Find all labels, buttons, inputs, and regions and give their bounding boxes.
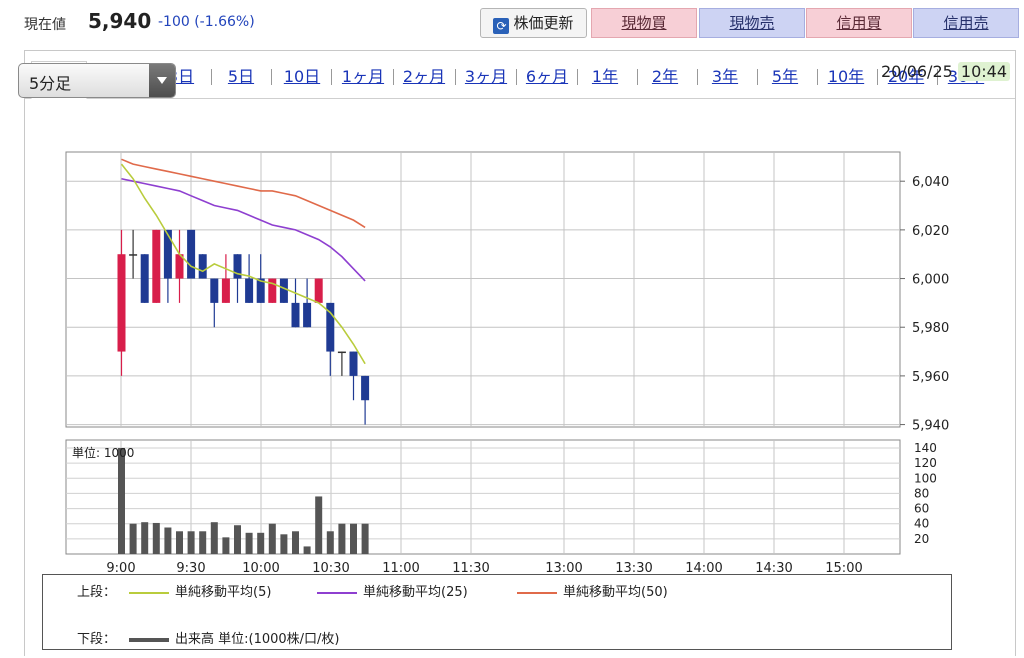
candle-body	[349, 351, 358, 376]
legend-ma50: 単純移動平均(50)	[511, 581, 668, 600]
candle-body	[361, 375, 370, 401]
price-tick-label: 5,940	[912, 419, 949, 434]
volume-bar	[141, 522, 149, 554]
legend-volume-label: 出来高 単位:(1000株/口/枚)	[175, 632, 340, 647]
price-tick-label: 6,020	[912, 224, 949, 239]
price-tick-label: 6,000	[912, 273, 949, 288]
volume-bar	[292, 531, 299, 554]
candle-body	[303, 302, 312, 328]
volume-bar	[210, 522, 218, 554]
volume-bar	[280, 534, 288, 554]
volume-tick-label: 80	[914, 486, 929, 500]
legend-ma50-label: 単純移動平均(50)	[563, 585, 668, 600]
volume-tick-label: 40	[914, 517, 929, 531]
chart-legend: 上段： 単純移動平均(5) 単純移動平均(25) 単純移動平均(50) 下段： …	[42, 574, 952, 650]
candle-body	[221, 278, 230, 303]
volume-tick-label: 60	[914, 502, 929, 516]
candle-body	[245, 278, 254, 303]
candle-body	[314, 278, 323, 303]
legend-ma5: 単純移動平均(5)	[123, 581, 271, 600]
volume-tick-label: 100	[914, 471, 937, 485]
candle-body	[152, 229, 161, 303]
legend-upper-label: 上段：	[77, 585, 117, 600]
price-tick-label: 5,980	[912, 321, 949, 336]
volume-tick-label: 120	[914, 456, 937, 470]
volume-bar	[234, 525, 241, 554]
volume-bar	[176, 531, 183, 554]
candle-body	[279, 278, 288, 303]
legend-ma5-label: 単純移動平均(5)	[175, 585, 272, 600]
volume-bar	[164, 527, 172, 554]
legend-lower-label: 下段：	[77, 632, 117, 647]
ma50-swatch	[517, 591, 557, 594]
candle-body	[129, 254, 138, 256]
candlestick-chart: 6,040 6,020 6,000 5,980 5,960 5,940 1401201008…	[65, 151, 949, 576]
legend-ma25: 単純移動平均(25)	[311, 581, 468, 600]
volume-bar	[245, 532, 253, 554]
volume-bar	[222, 537, 230, 554]
price-tick-label: 5,960	[912, 370, 949, 385]
candle-body	[198, 254, 207, 279]
volume-bar	[350, 523, 357, 554]
volume-bar	[118, 448, 125, 554]
volume-bar	[361, 523, 369, 554]
ma25-swatch	[317, 591, 357, 594]
volume-bar	[257, 532, 265, 554]
volume-bar	[268, 523, 276, 554]
volume-swatch	[129, 637, 169, 642]
candle-body	[140, 254, 149, 303]
volume-bar	[326, 531, 334, 554]
legend-volume: 出来高 単位:(1000株/口/枚)	[123, 628, 340, 647]
volume-bar	[338, 523, 346, 554]
volume-bar	[303, 546, 311, 554]
candle-body	[187, 229, 196, 279]
legend-ma25-label: 単純移動平均(25)	[363, 585, 468, 600]
volume-bar	[199, 531, 207, 554]
volume-bar	[187, 531, 195, 554]
ma5-swatch	[129, 591, 169, 594]
candle-body	[337, 351, 346, 354]
volume-tick-label: 140	[914, 441, 937, 455]
volume-bar	[152, 522, 160, 554]
price-tick-label: 6,040	[912, 175, 949, 190]
volume-unit-label: 単位: 1000	[72, 445, 134, 460]
candle-body	[163, 229, 172, 279]
volume-bar	[129, 523, 137, 554]
candle-body	[291, 302, 300, 328]
volume-bar	[315, 496, 323, 554]
candle-body	[117, 254, 126, 352]
volume-tick-label: 20	[914, 532, 929, 546]
candle-body	[210, 278, 219, 303]
